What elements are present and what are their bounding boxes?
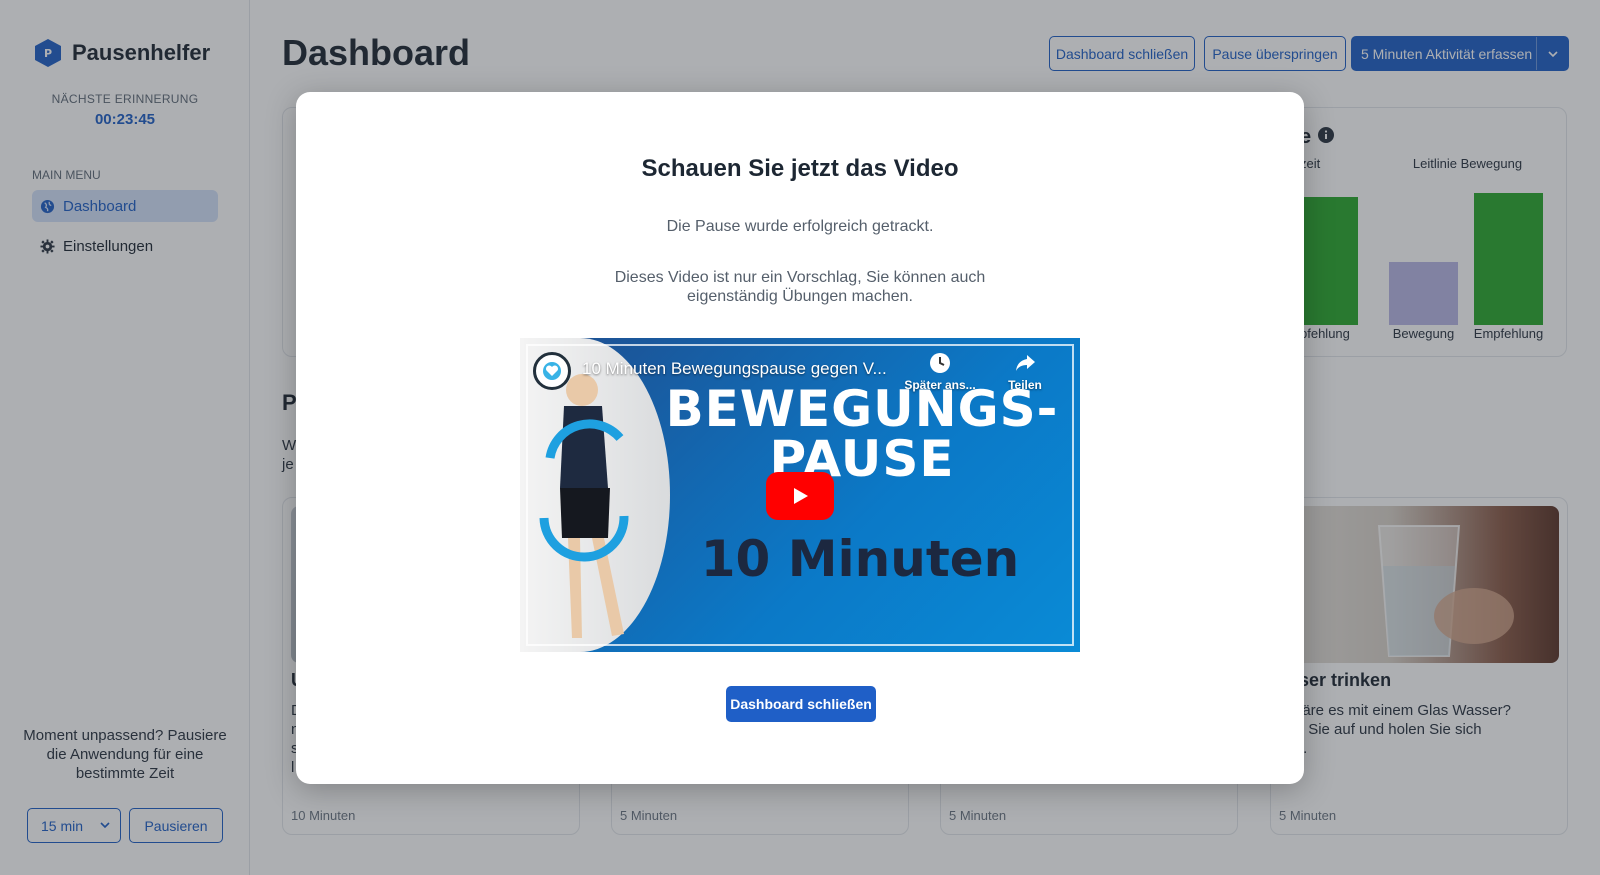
video-player[interactable]: 10 Minuten Bewegungspause gegen V... Spä…	[520, 338, 1080, 652]
play-icon	[794, 488, 808, 504]
modal-subtitle: Die Pause wurde erfolgreich getrackt.	[666, 218, 934, 235]
heart-icon	[543, 362, 561, 380]
video-title[interactable]: 10 Minuten Bewegungspause gegen V...	[582, 359, 887, 379]
video-headline-3: 10 Minuten	[700, 530, 1020, 588]
share-icon	[1016, 355, 1035, 371]
video-modal: Schauen Sie jetzt das Video Die Pause wu…	[296, 92, 1304, 784]
channel-avatar[interactable]	[533, 352, 571, 390]
modal-close-dashboard-button[interactable]: Dashboard schließen	[726, 686, 876, 722]
play-button[interactable]	[766, 472, 834, 520]
clock-icon	[930, 353, 950, 373]
modal-hint: Dieses Video ist nur ein Vorschlag, Sie …	[614, 269, 986, 305]
modal-title: Schauen Sie jetzt das Video	[641, 155, 959, 182]
video-headline-2: PAUSE	[769, 430, 955, 488]
